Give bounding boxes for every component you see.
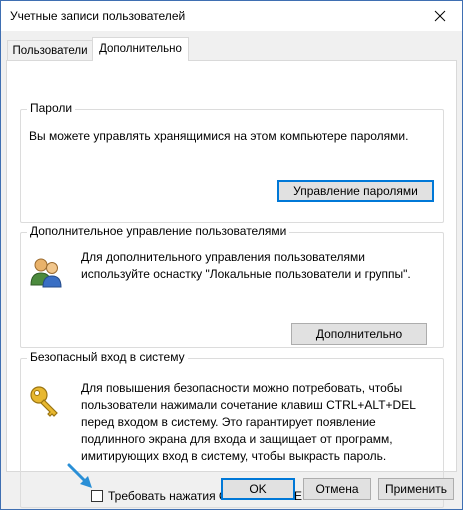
- advanced-users-group-title: Дополнительное управление пользователями: [27, 224, 290, 238]
- cancel-button[interactable]: Отмена: [303, 478, 371, 500]
- passwords-group-title: Пароли: [27, 101, 76, 115]
- apply-button[interactable]: Применить: [378, 478, 454, 500]
- secure-logon-line-1: Для повышения безопасности можно потребо…: [81, 381, 403, 395]
- key-icon: [27, 383, 63, 422]
- passwords-group: Пароли Вы можете управлять хранящимися н…: [20, 101, 444, 223]
- ok-button[interactable]: OK: [221, 478, 295, 500]
- users-icon: [29, 255, 63, 292]
- secure-logon-line-2: пользователи нажимали сочетание клавиш C…: [81, 398, 416, 412]
- secure-logon-line-4: подлинного экрана для входа и защищает о…: [81, 432, 393, 446]
- advanced-users-group: Дополнительное управление пользователями…: [20, 224, 444, 348]
- dialog-window: Учетные записи пользователей Пользовател…: [0, 0, 463, 510]
- advanced-users-text-line2: используйте оснастку "Локальные пользова…: [81, 267, 411, 281]
- tab-panel: Пароли Вы можете управлять хранящимися н…: [6, 60, 457, 508]
- manage-passwords-button[interactable]: Управление паролями: [277, 180, 434, 202]
- advanced-button[interactable]: Дополнительно: [291, 323, 427, 345]
- tab-advanced[interactable]: Дополнительно: [92, 37, 189, 61]
- secure-logon-line-3: перед входом в систему. Это гарантирует …: [81, 415, 376, 429]
- require-ctrl-alt-del-checkbox[interactable]: [91, 490, 103, 502]
- secure-logon-group-title: Безопасный вход в систему: [27, 350, 188, 364]
- title-bar: Учетные записи пользователей: [1, 1, 462, 31]
- close-icon: [434, 10, 445, 22]
- tabs-area: Пользователи Дополнительно Пароли Вы мож…: [1, 31, 462, 509]
- window-title: Учетные записи пользователей: [10, 9, 186, 23]
- advanced-users-text-line1: Для дополнительного управления пользоват…: [81, 250, 365, 264]
- passwords-description: Вы можете управлять хранящимися на этом …: [29, 129, 409, 143]
- tab-users[interactable]: Пользователи: [7, 40, 93, 60]
- secure-logon-line-5: имитирующих вход в систему, чтобы выкрас…: [81, 449, 387, 463]
- close-button[interactable]: [417, 1, 462, 31]
